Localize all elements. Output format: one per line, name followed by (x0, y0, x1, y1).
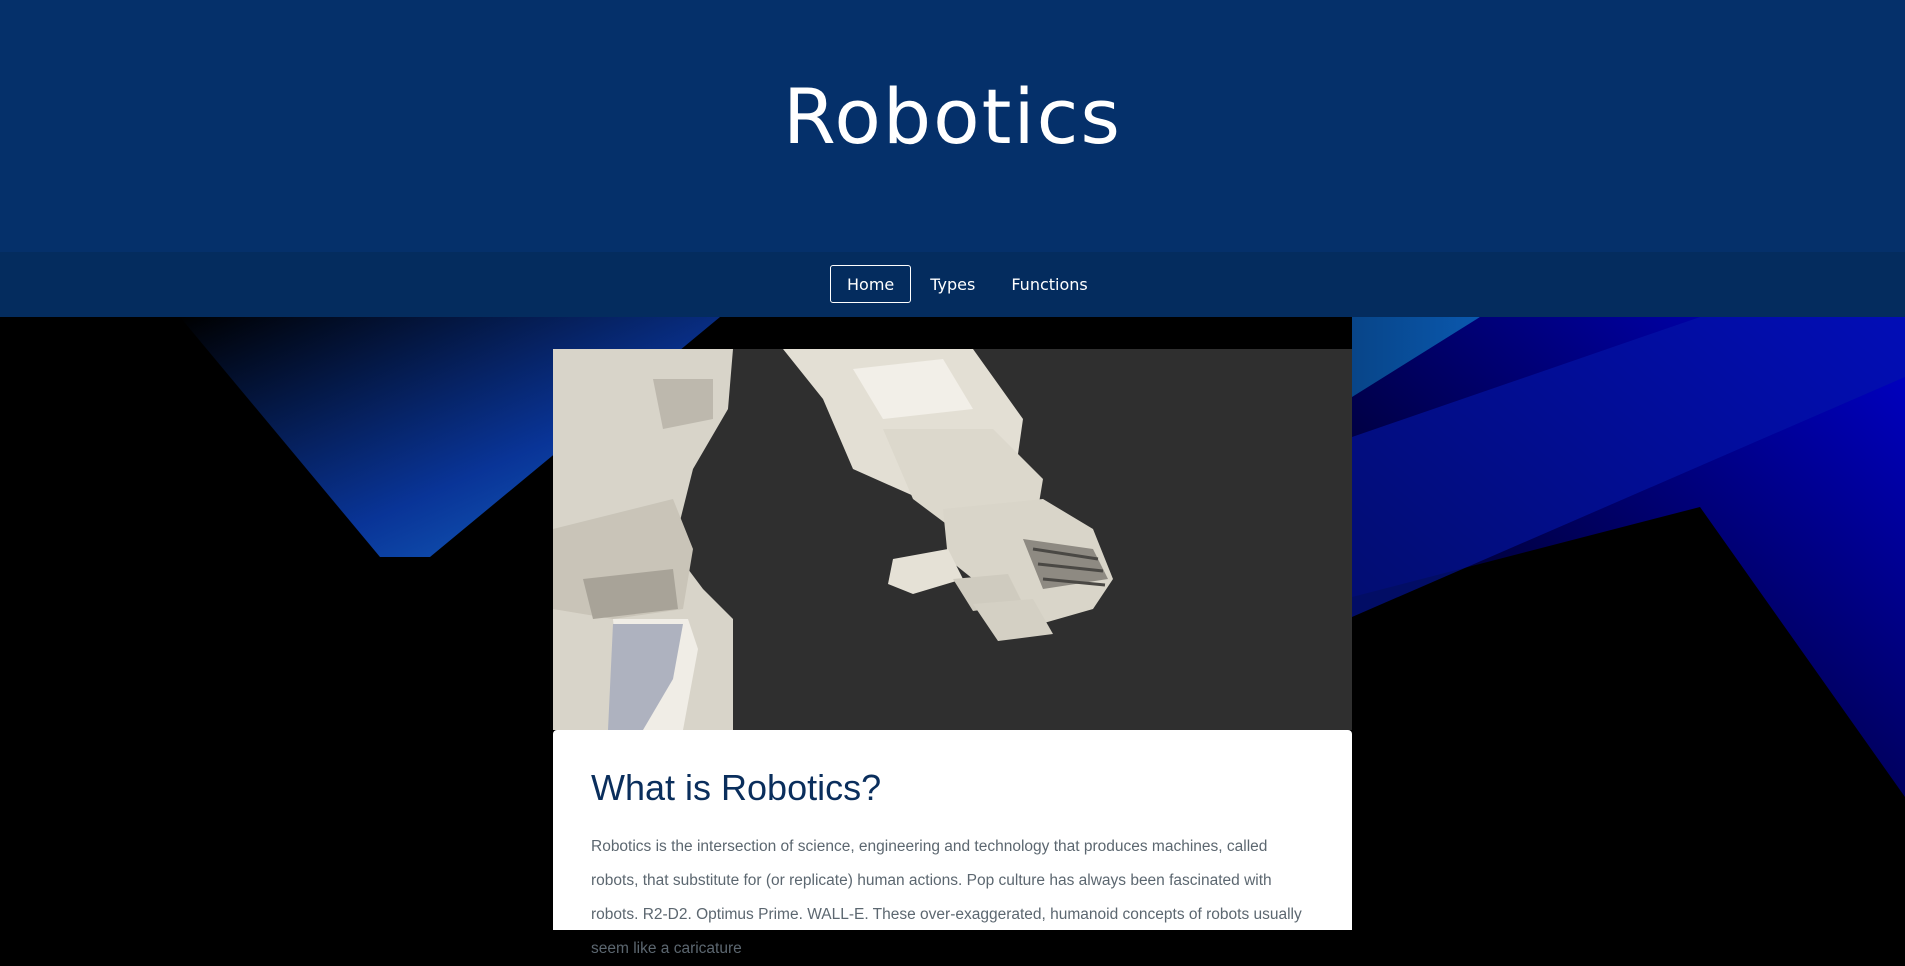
nav-item-functions[interactable]: Functions (994, 265, 1104, 303)
site-header: Robotics (0, 0, 1905, 252)
article-heading: What is Robotics? (591, 767, 882, 808)
nav-item-types[interactable]: Types (913, 265, 992, 303)
nav-item-home[interactable]: Home (830, 265, 912, 303)
robot-arm-image (553, 349, 1352, 730)
navbar: Home Types Functions (0, 252, 1905, 317)
article-body: What is Robotics? Robotics is the inters… (553, 730, 1352, 957)
robot-hand-icon (553, 349, 1352, 730)
article-paragraph: Robotics is the intersection of science,… (591, 838, 1302, 957)
article-card: What is Robotics? Robotics is the inters… (553, 349, 1352, 957)
nav-menu: Home Types Functions (830, 265, 1105, 303)
site-title: Robotics (783, 72, 1122, 161)
